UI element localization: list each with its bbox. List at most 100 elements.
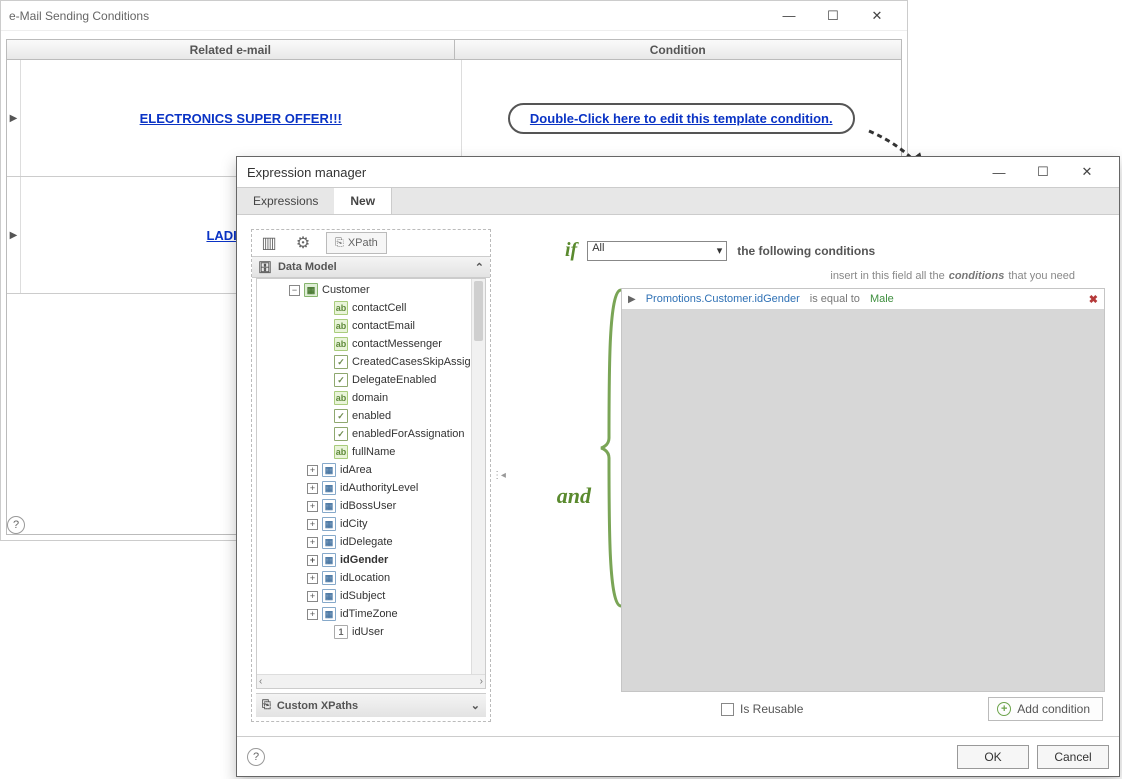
expr-maximize-button[interactable]: ☐ (1021, 157, 1065, 187)
condition-path[interactable]: Promotions.Customer.idGender (646, 293, 800, 305)
tree-node-label: idAuthorityLevel (340, 482, 418, 494)
help-icon[interactable]: ? (7, 516, 25, 534)
tree-node[interactable]: +▦idArea (257, 461, 485, 479)
text-field-icon: ab (334, 391, 348, 405)
data-model-tree[interactable]: −▦Customer abcontactCellabcontactEmailab… (257, 279, 485, 674)
text-field-icon: ab (334, 337, 348, 351)
delete-condition-icon[interactable]: ✖ (1089, 293, 1098, 306)
text-field-icon: ab (334, 445, 348, 459)
tree-node[interactable]: +▦idTimeZone (257, 605, 485, 623)
bool-field-icon: ✓ (334, 373, 348, 387)
tab-expressions[interactable]: Expressions (237, 188, 334, 214)
row-handle[interactable]: ▶ (7, 177, 21, 293)
expr-tabstrip: Expressions New (237, 187, 1119, 215)
num-field-icon: 1 (334, 625, 348, 639)
splitter[interactable]: ⋮ ◂ (491, 229, 505, 722)
tree-node[interactable]: +▦idGender (257, 551, 485, 569)
tree-node[interactable]: ✓ CreatedCasesSkipAssigR (257, 353, 485, 371)
tree-node-label: idGender (340, 554, 388, 566)
tree-node-label: enabledForAssignation (352, 428, 465, 440)
email-link-1[interactable]: ELECTRONICS SUPER OFFER!!! (140, 111, 342, 126)
xpath-button[interactable]: ⎘ XPath (326, 232, 387, 254)
minimize-button[interactable]: — (767, 1, 811, 31)
conditions-list[interactable]: ▶ Promotions.Customer.idGender is equal … (621, 288, 1105, 692)
tree-node[interactable]: +▦idSubject (257, 587, 485, 605)
condition-operator[interactable]: is equal to (810, 293, 860, 305)
tree-node[interactable]: +▦idLocation (257, 569, 485, 587)
add-condition-button[interactable]: +Add condition (988, 697, 1103, 721)
ok-button[interactable]: OK (957, 745, 1029, 769)
tree-node-label: idUser (352, 626, 384, 638)
tree-node[interactable]: +▦idDelegate (257, 533, 485, 551)
tree-node[interactable]: ab domain (257, 389, 485, 407)
tree-node[interactable]: +▦idAuthorityLevel (257, 479, 485, 497)
tree-node-label: idLocation (340, 572, 390, 584)
cancel-button[interactable]: Cancel (1037, 745, 1109, 769)
tree-node-label: idArea (340, 464, 372, 476)
custom-xpaths-header[interactable]: ⎘ Custom XPaths ⌄ (256, 693, 486, 717)
is-reusable-checkbox[interactable]: Is Reusable (721, 702, 803, 716)
tree-node-label: enabled (352, 410, 391, 422)
tree-node-label: idCity (340, 518, 368, 530)
if-following-text: the following conditions (737, 244, 875, 258)
tree-node-label: idSubject (340, 590, 385, 602)
gear-icon[interactable]: ⚙ (292, 232, 314, 254)
tree-scrollbar-horizontal[interactable]: ‹› (257, 674, 485, 688)
tree-node-label: idBossUser (340, 500, 396, 512)
text-field-icon: ab (334, 301, 348, 315)
tab-new[interactable]: New (334, 188, 392, 214)
tree-node[interactable]: 1 idUser (257, 623, 485, 641)
bool-field-icon: ✓ (334, 355, 348, 369)
tree-node-customer[interactable]: −▦Customer (257, 281, 485, 299)
chevron-down-icon: ⌄ (471, 699, 480, 712)
tree-node[interactable]: abcontactCell (257, 299, 485, 317)
and-label: and (505, 270, 595, 722)
row-handle[interactable]: ▶ (7, 60, 21, 176)
data-model-panel: ▥ ⚙ ⎘ XPath 🗄 Data Model ⌃ −▦Customer ab… (251, 229, 491, 722)
condition-value[interactable]: Male (870, 293, 894, 305)
outer-titlebar: e-Mail Sending Conditions — ☐ ✕ (1, 1, 907, 31)
ref-field-icon: ▦ (322, 571, 336, 585)
tree-node-label: DelegateEnabled (352, 374, 436, 386)
grid-header: Related e-mail Condition (7, 40, 901, 60)
expr-close-button[interactable]: ✕ (1065, 157, 1109, 187)
tree-node[interactable]: ✓enabled (257, 407, 485, 425)
tree-node[interactable]: ✓ DelegateEnabled (257, 371, 485, 389)
ref-field-icon: ▦ (322, 517, 336, 531)
data-model-header[interactable]: 🗄 Data Model ⌃ (252, 256, 490, 278)
source-icon[interactable]: ▥ (258, 232, 280, 254)
tree-node-label: domain (352, 392, 388, 404)
bool-field-icon: ✓ (334, 427, 348, 441)
ref-field-icon: ▦ (322, 463, 336, 477)
col-related-email: Related e-mail (7, 40, 455, 59)
expression-manager-window: Expression manager — ☐ ✕ Expressions New… (236, 156, 1120, 777)
tree-node-label: fullName (352, 446, 395, 458)
tree-node[interactable]: abcontactEmail (257, 317, 485, 335)
condition-capsule[interactable]: Double-Click here to edit this template … (508, 103, 855, 134)
tree-node[interactable]: ab fullName (257, 443, 485, 461)
expr-titlebar: Expression manager — ☐ ✕ (237, 157, 1119, 187)
expr-title: Expression manager (247, 165, 366, 180)
tree-node[interactable]: ✓ enabledForAssignation (257, 425, 485, 443)
close-button[interactable]: ✕ (855, 1, 899, 31)
tree-node[interactable]: +▦idBossUser (257, 497, 485, 515)
tree-node[interactable]: abcontactMessenger (257, 335, 485, 353)
maximize-button[interactable]: ☐ (811, 1, 855, 31)
chevron-up-icon: ⌃ (475, 261, 484, 274)
ref-field-icon: ▦ (322, 481, 336, 495)
ref-field-icon: ▦ (322, 535, 336, 549)
condition-hint: insert in this field all the conditions … (621, 270, 1105, 288)
tree-node[interactable]: +▦idCity (257, 515, 485, 533)
condition-row[interactable]: ▶ Promotions.Customer.idGender is equal … (622, 289, 1104, 309)
ref-field-icon: ▦ (322, 607, 336, 621)
row-pointer-icon: ▶ (628, 294, 636, 305)
expr-help-icon[interactable]: ? (247, 748, 265, 766)
tree-node-label: idTimeZone (340, 608, 398, 620)
tree-node-label: CreatedCasesSkipAssigR (352, 356, 479, 368)
ref-field-icon: ▦ (322, 553, 336, 567)
expr-minimize-button[interactable]: — (977, 157, 1021, 187)
tree-scrollbar-vertical[interactable] (471, 279, 485, 674)
tree-node-label: contactEmail (352, 320, 415, 332)
ref-field-icon: ▦ (322, 589, 336, 603)
if-scope-select[interactable]: All▾ (587, 241, 727, 261)
